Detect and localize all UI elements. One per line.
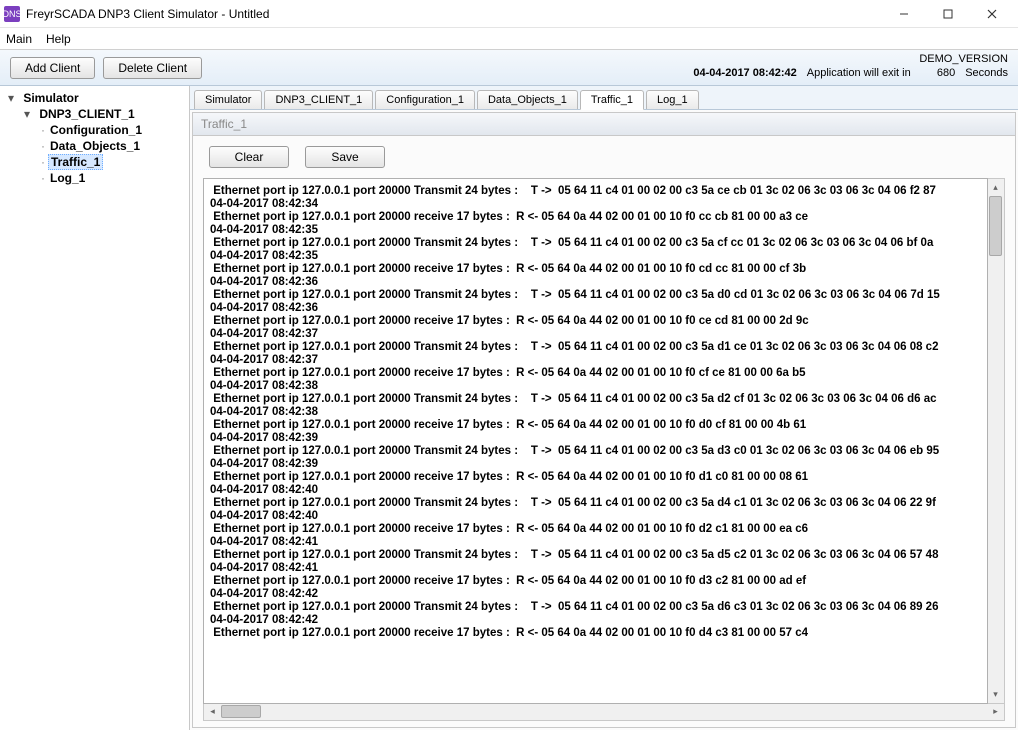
traffic-group: Traffic_1 Clear Save Ethernet port ip 12… [192, 112, 1016, 728]
maximize-button[interactable] [926, 0, 970, 28]
bullet-icon: · [38, 138, 48, 154]
log-timestamp: 04-04-2017 08:42:39 [210, 432, 981, 445]
log-line: Ethernet port ip 127.0.0.1 port 20000 re… [210, 419, 981, 432]
tree-item-label: Traffic_1 [48, 154, 103, 170]
log-line: Ethernet port ip 127.0.0.1 port 20000 re… [210, 367, 981, 380]
add-client-button[interactable]: Add Client [10, 57, 95, 79]
toolbar: Add Client Delete Client DEMO_VERSION 04… [0, 50, 1018, 86]
log-timestamp: 04-04-2017 08:42:35 [210, 224, 981, 237]
tab[interactable]: Configuration_1 [375, 90, 475, 109]
bullet-icon: · [38, 122, 48, 138]
tree-item[interactable]: ·Traffic_1 [38, 154, 187, 170]
bullet-icon: · [38, 170, 48, 186]
tree-item[interactable]: ·Data_Objects_1 [38, 138, 187, 154]
log-timestamp: 04-04-2017 08:42:42 [210, 614, 981, 627]
chevron-down-icon[interactable]: ▾ [22, 106, 32, 122]
app-icon: DNS [4, 6, 20, 22]
vertical-scrollbar[interactable]: ▴ ▾ [988, 178, 1005, 704]
log-line: Ethernet port ip 127.0.0.1 port 20000 Tr… [210, 237, 981, 250]
delete-client-button[interactable]: Delete Client [103, 57, 202, 79]
tree-item[interactable]: ·Log_1 [38, 170, 187, 186]
log-line: Ethernet port ip 127.0.0.1 port 20000 re… [210, 627, 981, 640]
log-line: Ethernet port ip 127.0.0.1 port 20000 Tr… [210, 393, 981, 406]
log-timestamp: 04-04-2017 08:42:39 [210, 458, 981, 471]
status-exit-seconds: 680 [937, 66, 955, 80]
scroll-down-icon[interactable]: ▾ [988, 686, 1003, 703]
clear-button[interactable]: Clear [209, 146, 289, 168]
scroll-right-icon[interactable]: ▸ [987, 704, 1004, 719]
tree-item[interactable]: ·Configuration_1 [38, 122, 187, 138]
log-line: Ethernet port ip 127.0.0.1 port 20000 Tr… [210, 497, 981, 510]
tree-root-label: Simulator [21, 91, 80, 105]
log-line: Ethernet port ip 127.0.0.1 port 20000 re… [210, 315, 981, 328]
scroll-thumb[interactable] [221, 705, 261, 718]
tab[interactable]: Traffic_1 [580, 90, 644, 110]
traffic-log[interactable]: Ethernet port ip 127.0.0.1 port 20000 Tr… [203, 178, 988, 704]
log-line: Ethernet port ip 127.0.0.1 port 20000 Tr… [210, 445, 981, 458]
log-timestamp: 04-04-2017 08:42:41 [210, 562, 981, 575]
status-datetime: 04-04-2017 08:42:42 [693, 66, 796, 80]
main-pane: SimulatorDNP3_CLIENT_1Configuration_1Dat… [190, 86, 1018, 730]
log-line: Ethernet port ip 127.0.0.1 port 20000 Tr… [210, 185, 981, 198]
log-timestamp: 04-04-2017 08:42:40 [210, 484, 981, 497]
menu-main[interactable]: Main [6, 32, 32, 46]
log-line: Ethernet port ip 127.0.0.1 port 20000 re… [210, 211, 981, 224]
log-line: Ethernet port ip 127.0.0.1 port 20000 re… [210, 575, 981, 588]
log-timestamp: 04-04-2017 08:42:37 [210, 328, 981, 341]
log-line: Ethernet port ip 127.0.0.1 port 20000 re… [210, 471, 981, 484]
chevron-down-icon[interactable]: ▾ [6, 90, 16, 106]
tab[interactable]: Simulator [194, 90, 262, 109]
log-timestamp: 04-04-2017 08:42:34 [210, 198, 981, 211]
tree-item-label: Configuration_1 [48, 123, 144, 137]
tab-strip: SimulatorDNP3_CLIENT_1Configuration_1Dat… [190, 86, 1018, 110]
log-timestamp: 04-04-2017 08:42:41 [210, 536, 981, 549]
titlebar: DNS FreyrSCADA DNP3 Client Simulator - U… [0, 0, 1018, 28]
status-exit-label: Application will exit in [807, 66, 911, 80]
log-line: Ethernet port ip 127.0.0.1 port 20000 re… [210, 263, 981, 276]
nav-tree[interactable]: ▾ Simulator ▾ DNP3_CLIENT_1 ·Configurati… [0, 86, 190, 730]
tree-client[interactable]: ▾ DNP3_CLIENT_1 ·Configuration_1·Data_Ob… [22, 106, 187, 186]
log-timestamp: 04-04-2017 08:42:35 [210, 250, 981, 263]
tab[interactable]: Data_Objects_1 [477, 90, 578, 109]
scroll-up-icon[interactable]: ▴ [988, 179, 1003, 196]
save-button[interactable]: Save [305, 146, 385, 168]
tab-panel: Traffic_1 Clear Save Ethernet port ip 12… [190, 110, 1018, 730]
close-button[interactable] [970, 0, 1014, 28]
window-title: FreyrSCADA DNP3 Client Simulator - Untit… [26, 7, 882, 21]
scroll-left-icon[interactable]: ◂ [204, 704, 221, 719]
group-title: Traffic_1 [193, 113, 1015, 136]
status-area: DEMO_VERSION 04-04-2017 08:42:42 Applica… [693, 52, 1008, 80]
log-timestamp: 04-04-2017 08:42:36 [210, 276, 981, 289]
minimize-button[interactable] [882, 0, 926, 28]
tree-client-label: DNP3_CLIENT_1 [37, 107, 136, 121]
log-line: Ethernet port ip 127.0.0.1 port 20000 Tr… [210, 549, 981, 562]
scroll-thumb[interactable] [989, 196, 1002, 256]
menubar: Main Help [0, 28, 1018, 50]
horizontal-scrollbar[interactable]: ◂ ▸ [203, 704, 1005, 721]
tab[interactable]: Log_1 [646, 90, 699, 109]
menu-help[interactable]: Help [46, 32, 71, 46]
log-line: Ethernet port ip 127.0.0.1 port 20000 Tr… [210, 289, 981, 302]
log-line: Ethernet port ip 127.0.0.1 port 20000 Tr… [210, 341, 981, 354]
log-timestamp: 04-04-2017 08:42:40 [210, 510, 981, 523]
tree-item-label: Data_Objects_1 [48, 139, 142, 153]
tab[interactable]: DNP3_CLIENT_1 [264, 90, 373, 109]
status-demo: DEMO_VERSION [919, 52, 1008, 66]
log-timestamp: 04-04-2017 08:42:36 [210, 302, 981, 315]
status-seconds-word: Seconds [965, 66, 1008, 80]
workspace: ▾ Simulator ▾ DNP3_CLIENT_1 ·Configurati… [0, 86, 1018, 730]
tree-item-label: Log_1 [48, 171, 87, 185]
log-timestamp: 04-04-2017 08:42:42 [210, 588, 981, 601]
bullet-icon: · [38, 154, 48, 170]
log-timestamp: 04-04-2017 08:42:37 [210, 354, 981, 367]
log-line: Ethernet port ip 127.0.0.1 port 20000 re… [210, 523, 981, 536]
tree-root[interactable]: ▾ Simulator ▾ DNP3_CLIENT_1 ·Configurati… [6, 90, 187, 186]
log-line: Ethernet port ip 127.0.0.1 port 20000 Tr… [210, 601, 981, 614]
log-timestamp: 04-04-2017 08:42:38 [210, 406, 981, 419]
log-timestamp: 04-04-2017 08:42:38 [210, 380, 981, 393]
